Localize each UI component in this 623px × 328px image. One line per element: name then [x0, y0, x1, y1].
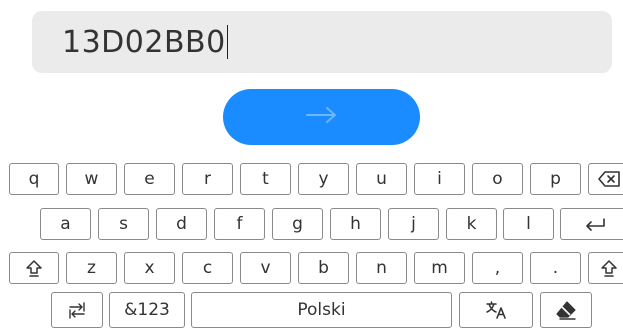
- backspace-key[interactable]: [588, 163, 623, 195]
- key-o[interactable]: o: [472, 163, 523, 195]
- enter-icon: [583, 216, 607, 232]
- code-input[interactable]: 13D02BB0: [32, 11, 612, 73]
- key-r[interactable]: r: [182, 163, 233, 195]
- key-v[interactable]: v: [240, 252, 291, 284]
- eraser-icon: [555, 300, 577, 320]
- key-z[interactable]: z: [66, 252, 117, 284]
- on-screen-keyboard: q w e r t y u i o p a s d f g h j k l z …: [0, 163, 623, 328]
- clear-key[interactable]: [540, 292, 592, 328]
- key-u[interactable]: u: [356, 163, 407, 195]
- key-a[interactable]: a: [40, 208, 91, 240]
- key-h[interactable]: h: [330, 208, 381, 240]
- key-e[interactable]: e: [124, 163, 175, 195]
- key-n[interactable]: n: [356, 252, 407, 284]
- switch-layout-key[interactable]: [51, 292, 103, 328]
- key-s[interactable]: s: [98, 208, 149, 240]
- key-f[interactable]: f: [214, 208, 265, 240]
- key-w[interactable]: w: [66, 163, 117, 195]
- key-t[interactable]: t: [240, 163, 291, 195]
- shift-icon: [24, 258, 44, 278]
- arrow-right-icon: [305, 105, 339, 129]
- translate-key[interactable]: [459, 292, 533, 328]
- key-p[interactable]: p: [530, 163, 581, 195]
- key-k[interactable]: k: [446, 208, 497, 240]
- key-i[interactable]: i: [414, 163, 465, 195]
- key-period[interactable]: .: [530, 252, 581, 284]
- space-key[interactable]: Polski: [191, 292, 452, 328]
- key-comma[interactable]: ,: [472, 252, 523, 284]
- translate-icon: [485, 300, 507, 320]
- enter-key[interactable]: [560, 208, 623, 240]
- key-l[interactable]: l: [503, 208, 554, 240]
- backspace-icon: [597, 170, 621, 188]
- key-y[interactable]: y: [298, 163, 349, 195]
- key-q[interactable]: q: [9, 163, 59, 195]
- symbols-key[interactable]: &123: [109, 292, 185, 328]
- submit-button[interactable]: [223, 89, 420, 145]
- switch-layout-icon: [67, 301, 87, 319]
- key-j[interactable]: j: [388, 208, 439, 240]
- key-b[interactable]: b: [298, 252, 349, 284]
- shift-key-left[interactable]: [9, 252, 59, 284]
- shift-key-right[interactable]: [588, 252, 623, 284]
- shift-icon: [599, 258, 619, 278]
- code-input-value: 13D02BB0: [62, 24, 226, 60]
- key-m[interactable]: m: [414, 252, 465, 284]
- text-caret: [226, 25, 228, 59]
- key-d[interactable]: d: [156, 208, 207, 240]
- key-x[interactable]: x: [124, 252, 175, 284]
- key-g[interactable]: g: [272, 208, 323, 240]
- key-c[interactable]: c: [182, 252, 233, 284]
